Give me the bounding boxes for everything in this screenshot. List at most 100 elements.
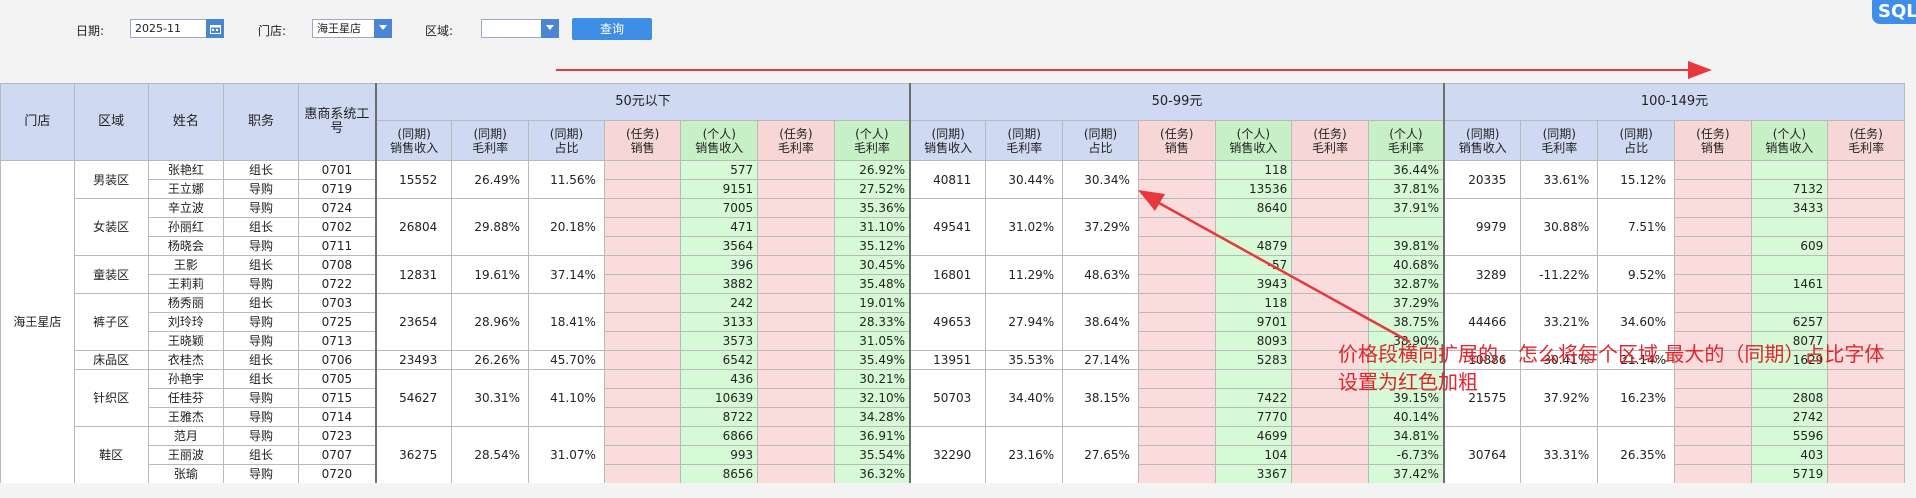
table-cell: 15.12% — [1597, 160, 1676, 199]
table-cell: -11.22% — [1520, 255, 1599, 294]
table-cell — [1291, 407, 1369, 427]
table-cell: 37.81% — [1367, 179, 1445, 199]
metric-header: (任务) 毛利率 — [1291, 120, 1369, 161]
region-cell: 男装区 — [73, 160, 149, 199]
table-cell: 37.91% — [1367, 198, 1445, 218]
table-cell: 11.56% — [528, 160, 605, 199]
metric-header: (同期) 占比 — [528, 120, 605, 161]
metric-header: (任务) 销售 — [1137, 120, 1216, 161]
table-cell — [1827, 274, 1905, 294]
table-cell: 104 — [1214, 445, 1293, 465]
report-table-container[interactable]: 门店 区域 姓名 职务 惠商系统工号 50元以下 50-99元 100-149元 (同期) 销售… — [0, 83, 1905, 483]
table-cell — [1674, 426, 1752, 446]
table-row: 女装区 辛立波 导购 0724 26804 29.88% 20.18% 7005 35.36% 4… — [1, 198, 1905, 256]
table-cell: 13951 — [909, 350, 987, 370]
role-cell: 导购 — [223, 274, 299, 294]
table-cell — [603, 293, 682, 313]
table-cell — [757, 388, 835, 408]
role-cell: 组长 — [223, 369, 299, 389]
role-cell: 组长 — [223, 350, 299, 370]
sql-badge[interactable]: SQL — [1872, 0, 1916, 24]
table-cell: 35.53% — [985, 350, 1064, 370]
table-cell — [1750, 160, 1829, 180]
query-button[interactable]: 查询 — [572, 18, 652, 40]
role-cell: 组长 — [223, 445, 299, 465]
table-cell — [1674, 255, 1752, 275]
table-cell: 36.44% — [1367, 160, 1445, 180]
table-cell: 7.51% — [1597, 198, 1676, 256]
metric-header: (同期) 毛利率 — [985, 120, 1064, 161]
table-cell: 15552 — [374, 160, 453, 199]
table-cell — [1827, 179, 1905, 199]
region-select[interactable] — [481, 19, 559, 38]
table-cell — [1750, 217, 1829, 237]
table-cell: 3367 — [1214, 464, 1293, 483]
id-cell: 0707 — [297, 445, 377, 465]
table-cell: 8093 — [1214, 331, 1293, 351]
id-cell: 0714 — [297, 407, 377, 427]
table-cell — [603, 179, 682, 199]
table-cell: 38.64% — [1062, 293, 1139, 351]
id-cell: 0713 — [297, 331, 377, 351]
store-select[interactable]: 海王星店 — [312, 19, 392, 38]
table-cell: 35.12% — [833, 236, 911, 256]
table-cell: 9.52% — [1597, 255, 1676, 294]
table-cell — [1137, 445, 1216, 465]
table-cell — [603, 388, 682, 408]
chevron-down-icon[interactable] — [374, 19, 392, 38]
table-cell — [1674, 274, 1752, 294]
table-cell — [603, 312, 682, 332]
metric-header: (个人) 毛利率 — [1367, 120, 1445, 161]
table-cell: 54627 — [374, 369, 453, 427]
table-cell — [757, 217, 835, 237]
role-cell: 导购 — [223, 331, 299, 351]
table-cell — [757, 426, 835, 446]
name-cell: 王立娜 — [147, 179, 225, 199]
table-cell — [1827, 198, 1905, 218]
role-cell: 导购 — [223, 464, 299, 483]
table-cell: 13536 — [1214, 179, 1293, 199]
table-cell: 118 — [1214, 160, 1293, 180]
table-cell: 9979 — [1443, 198, 1522, 256]
table-cell: 20.18% — [528, 198, 605, 256]
table-cell — [1291, 445, 1369, 465]
metric-header: (个人) 销售收入 — [680, 120, 759, 161]
metric-header: (个人) 销售收入 — [1750, 120, 1829, 161]
table-cell: 27.65% — [1062, 426, 1139, 483]
table-cell — [757, 369, 835, 389]
table-cell: 3133 — [680, 312, 759, 332]
table-cell: 34.28% — [833, 407, 911, 427]
table-cell: 40.68% — [1367, 255, 1445, 275]
table-cell: 11.29% — [985, 255, 1064, 294]
table-cell: 30.34% — [1062, 160, 1139, 199]
name-cell: 范月 — [147, 426, 225, 446]
region-cell: 女装区 — [73, 198, 149, 256]
table-cell: 9701 — [1214, 312, 1293, 332]
horizontal-arrow — [556, 61, 1712, 79]
metric-header: (同期) 毛利率 — [1520, 120, 1599, 161]
metric-header: (同期) 销售收入 — [374, 120, 453, 161]
table-cell: 23654 — [374, 293, 453, 351]
id-cell: 0702 — [297, 217, 377, 237]
id-cell: 0706 — [297, 350, 377, 370]
name-cell: 辛立波 — [147, 198, 225, 218]
metric-header: (同期) 销售收入 — [909, 120, 987, 161]
table-cell — [1291, 198, 1369, 218]
chevron-down-icon[interactable] — [541, 19, 559, 38]
table-cell: 31.02% — [985, 198, 1064, 256]
table-cell — [1827, 464, 1905, 483]
table-cell: 30.31% — [451, 369, 530, 427]
table-cell: 242 — [680, 293, 759, 313]
table-cell — [757, 198, 835, 218]
date-field[interactable]: 2025-11 — [130, 19, 224, 38]
id-cell: 0703 — [297, 293, 377, 313]
table-cell: 7770 — [1214, 407, 1293, 427]
table-cell — [1674, 407, 1752, 427]
calendar-icon[interactable] — [206, 19, 224, 38]
table-cell — [1137, 160, 1216, 180]
table-cell — [757, 350, 835, 370]
table-cell: 45.70% — [528, 350, 605, 370]
table-cell — [1137, 426, 1216, 446]
name-cell: 王影 — [147, 255, 225, 275]
table-row: 鞋区 范月 导购 0723 36275 28.54% 31.07% 6866 36.91% 322… — [1, 426, 1905, 483]
